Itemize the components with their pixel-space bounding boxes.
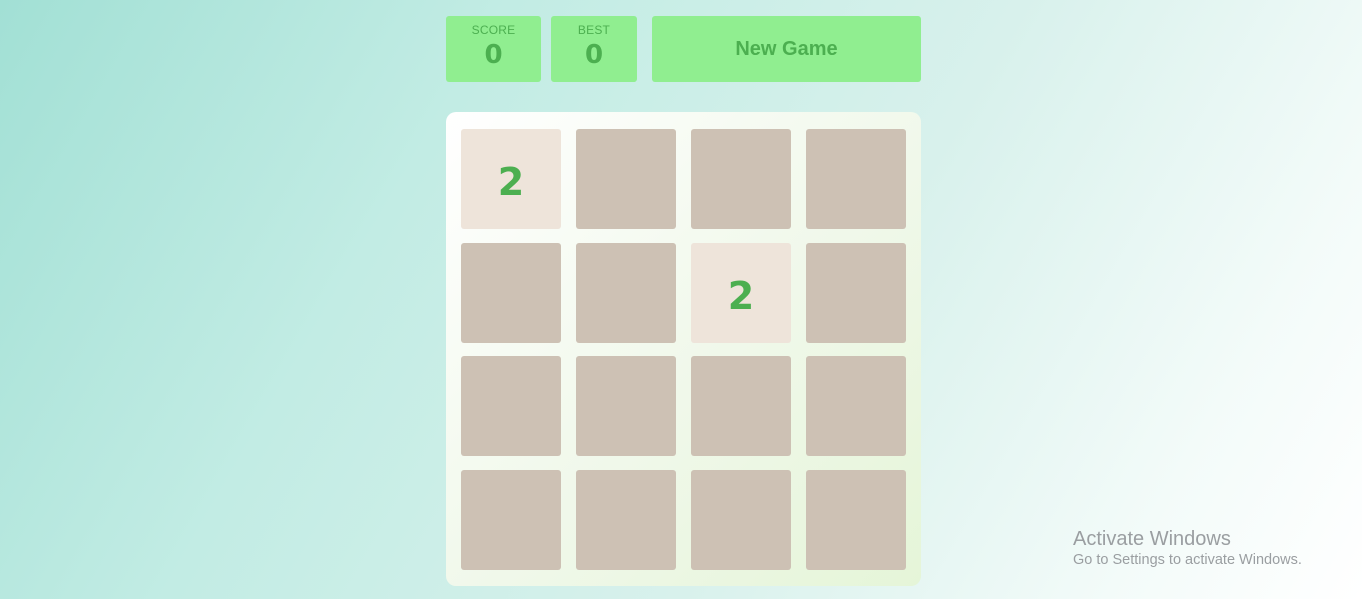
- tile-2: 2: [461, 129, 561, 229]
- empty-cell: [576, 243, 676, 343]
- best-score-box: BEST 0: [551, 16, 637, 82]
- empty-cell: [691, 470, 791, 570]
- game-board: 22: [446, 112, 921, 586]
- empty-cell: [576, 129, 676, 229]
- tile-2: 2: [691, 243, 791, 343]
- watermark-title: Activate Windows: [1073, 528, 1231, 550]
- empty-cell: [461, 243, 561, 343]
- empty-cell: [691, 129, 791, 229]
- score-label: SCORE: [471, 23, 516, 37]
- empty-cell: [806, 470, 906, 570]
- best-label: BEST: [577, 23, 611, 37]
- activate-windows-watermark: Activate Windows Go to Settings to activ…: [1073, 527, 1302, 569]
- watermark-subtitle: Go to Settings to activate Windows.: [1073, 552, 1302, 568]
- empty-cell: [576, 356, 676, 456]
- score-value: 0: [484, 40, 503, 70]
- best-value: 0: [584, 40, 604, 70]
- empty-cell: [806, 356, 906, 456]
- empty-cell: [806, 129, 906, 229]
- empty-cell: [691, 356, 791, 456]
- new-game-button[interactable]: New Game: [652, 16, 921, 82]
- empty-cell: [461, 356, 561, 456]
- empty-cell: [806, 243, 906, 343]
- score-box: SCORE 0: [446, 16, 541, 82]
- empty-cell: [576, 470, 676, 570]
- empty-cell: [461, 470, 561, 570]
